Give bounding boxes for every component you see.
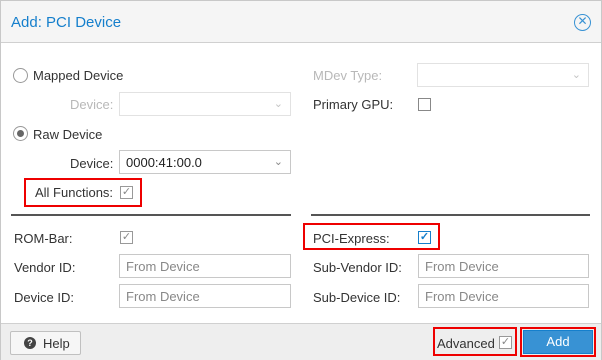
vendor-id-input[interactable] — [120, 255, 290, 277]
mapped-device-radio[interactable] — [13, 68, 28, 83]
highlight-add-button — [520, 327, 596, 357]
section-divider-left — [11, 214, 291, 216]
chevron-down-icon: ⌄ — [273, 98, 283, 110]
device-id-label: Device ID: — [14, 290, 74, 305]
primary-gpu-checkbox[interactable] — [418, 98, 431, 111]
chevron-down-icon: ⌄ — [273, 156, 283, 168]
highlight-advanced — [433, 327, 517, 356]
mapped-device-label: Mapped Device — [33, 68, 124, 83]
raw-device-select-value: 0000:41:00.0 — [126, 155, 202, 170]
device-id-field[interactable] — [119, 284, 291, 308]
sub-vendor-id-input[interactable] — [419, 255, 588, 277]
highlight-pci-express — [303, 223, 440, 250]
vendor-id-label: Vendor ID: — [14, 260, 76, 275]
section-divider-right — [311, 214, 590, 216]
rom-bar-checkbox[interactable]: ✓ — [120, 231, 133, 244]
help-button-label: Help — [43, 336, 70, 351]
rom-bar-label: ROM-Bar: — [14, 231, 73, 246]
sub-device-id-label: Sub-Device ID: — [313, 290, 401, 305]
mdev-type-label: MDev Type: — [313, 68, 383, 83]
device-id-input[interactable] — [120, 285, 290, 307]
raw-device-select[interactable]: 0000:41:00.0 ⌄ — [119, 150, 291, 174]
highlight-all-functions — [24, 178, 142, 207]
mapped-device-device-label: Device: — [70, 97, 114, 112]
dialog-title: Add: PCI Device — [11, 14, 122, 31]
vendor-id-field[interactable] — [119, 254, 291, 278]
mdev-type-select[interactable]: ⌄ — [417, 63, 589, 87]
raw-device-radio[interactable] — [13, 126, 28, 141]
help-button[interactable]: ? Help — [10, 331, 81, 355]
dialog-titlebar: Add: PCI Device ✕ — [1, 1, 601, 43]
sub-device-id-field[interactable] — [418, 284, 589, 308]
chevron-down-icon: ⌄ — [571, 69, 581, 81]
sub-vendor-id-label: Sub-Vendor ID: — [313, 260, 402, 275]
question-circle-icon: ? — [24, 337, 36, 349]
close-icon[interactable]: ✕ — [574, 14, 591, 31]
primary-gpu-label: Primary GPU: — [313, 97, 394, 112]
add-pci-device-dialog: Add: PCI Device ✕ Mapped Device Device: … — [0, 0, 602, 360]
raw-device-label: Raw Device — [33, 127, 103, 142]
sub-device-id-input[interactable] — [419, 285, 588, 307]
mapped-device-select[interactable]: ⌄ — [119, 92, 291, 116]
raw-device-device-label: Device: — [70, 156, 114, 171]
sub-vendor-id-field[interactable] — [418, 254, 589, 278]
